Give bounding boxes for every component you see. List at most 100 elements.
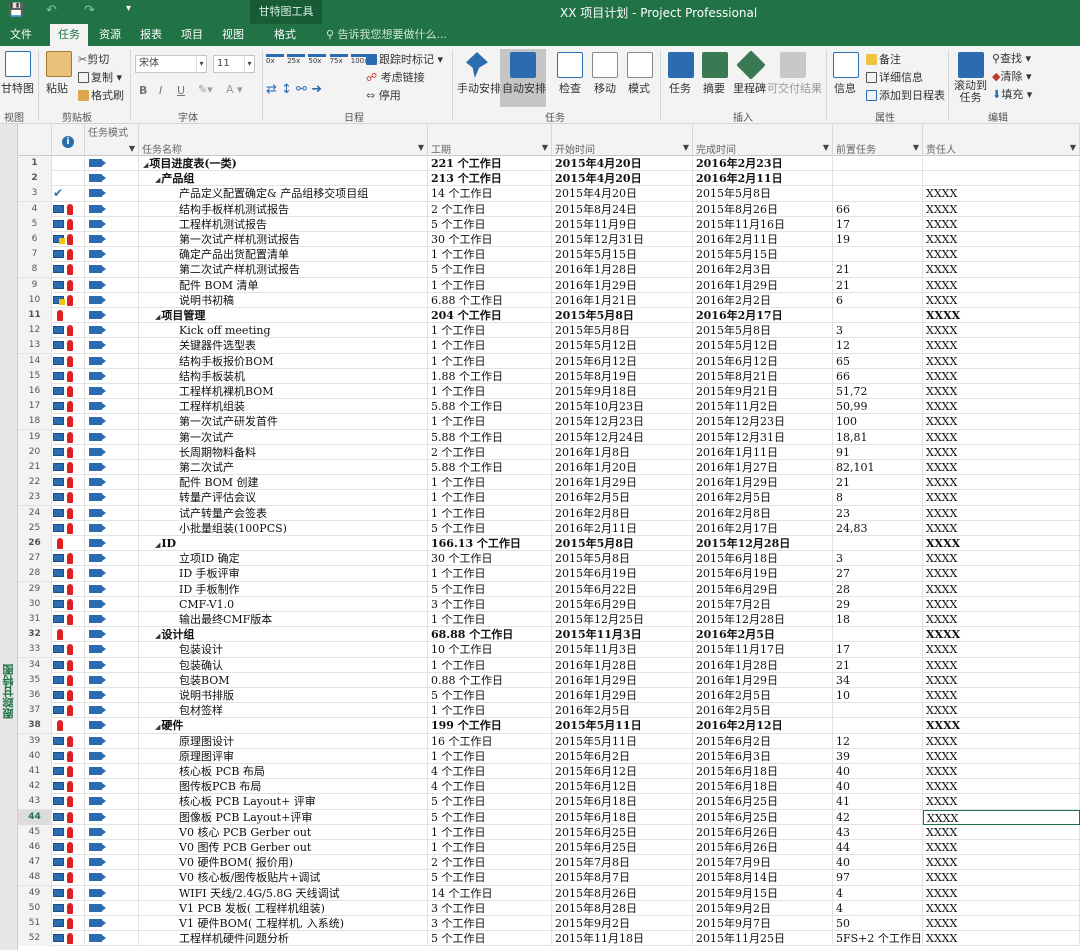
row-number[interactable]: 44: [18, 809, 52, 825]
task-name-cell[interactable]: 第二次试产样机测试报告: [139, 262, 428, 278]
row-number[interactable]: 41: [18, 764, 52, 779]
start-date-cell[interactable]: 2016年1月29日: [552, 688, 693, 703]
predecessors-cell[interactable]: 18: [833, 612, 923, 627]
indicators-cell[interactable]: [52, 733, 85, 749]
task-row[interactable]: 31 输出最终CMF版本 1 个工作日 2015年12月25日 2015年12月28日 1…: [18, 612, 1080, 628]
duration-cell[interactable]: 213 个工作日: [428, 171, 552, 187]
start-date-cell[interactable]: 2015年12月31日: [552, 232, 693, 247]
row-number[interactable]: 8: [18, 262, 52, 278]
task-name-cell[interactable]: ◢项目进度表(一类): [139, 156, 428, 171]
indicators-cell[interactable]: [52, 262, 85, 278]
indicators-cell[interactable]: [52, 627, 85, 643]
task-mode-cell[interactable]: [85, 627, 139, 643]
indicators-cell[interactable]: [52, 703, 85, 719]
task-name-cell[interactable]: 核心板 PCB Layout+ 评审: [139, 794, 428, 810]
task-row[interactable]: 36 说明书排版 5 个工作日 2016年1月29日 2016年2月5日 10 XXXX: [18, 688, 1080, 704]
task-mode-cell[interactable]: [85, 171, 139, 187]
resource-cell[interactable]: XXXX: [923, 870, 1080, 886]
row-number[interactable]: 9: [18, 277, 52, 293]
predecessors-cell[interactable]: 3: [833, 323, 923, 339]
finish-date-cell[interactable]: 2015年6月25日: [693, 809, 833, 825]
task-name-cell[interactable]: ID 手板制作: [139, 581, 428, 597]
finish-date-cell[interactable]: 2015年12月28日: [693, 536, 833, 551]
task-mode-cell[interactable]: [85, 703, 139, 719]
duration-cell[interactable]: 1 个工作日: [428, 384, 552, 399]
task-mode-cell[interactable]: [85, 855, 139, 871]
start-date-cell[interactable]: 2015年5月15日: [552, 247, 693, 263]
finish-date-cell[interactable]: 2016年1月29日: [693, 672, 833, 688]
predecessors-cell[interactable]: [833, 308, 923, 323]
task-row[interactable]: 40 原理图评审 1 个工作日 2015年6月2日 2015年6月3日 39 XXXX: [18, 748, 1080, 764]
indicators-cell[interactable]: [52, 657, 85, 673]
finish-date-cell[interactable]: 2016年2月17日: [693, 520, 833, 536]
indicators-cell[interactable]: [52, 460, 85, 475]
task-mode-cell[interactable]: [85, 277, 139, 293]
indicators-header[interactable]: i: [52, 124, 85, 156]
finish-date-cell[interactable]: 2016年2月11日: [693, 171, 833, 187]
resource-cell[interactable]: XXXX: [923, 794, 1080, 810]
indicators-cell[interactable]: [52, 748, 85, 764]
duration-cell[interactable]: 166.13 个工作日: [428, 536, 552, 551]
predecessors-cell[interactable]: 29: [833, 596, 923, 612]
resource-cell[interactable]: XXXX: [923, 748, 1080, 764]
resource-cell[interactable]: XXXX: [923, 292, 1080, 308]
indicators-cell[interactable]: [52, 581, 85, 597]
auto-schedule-button[interactable]: 自动安排: [502, 80, 546, 96]
finish-date-cell[interactable]: 2015年9月2日: [693, 900, 833, 916]
row-number[interactable]: 45: [18, 824, 52, 840]
task-mode-cell[interactable]: [85, 733, 139, 749]
copy-button[interactable]: 复制 ▾: [78, 69, 122, 85]
task-name-cell[interactable]: 第一次试产: [139, 429, 428, 445]
start-date-cell[interactable]: 2015年12月23日: [552, 414, 693, 430]
indicators-cell[interactable]: [52, 855, 85, 871]
resource-cell[interactable]: XXXX: [923, 247, 1080, 263]
task-mode-cell[interactable]: [85, 353, 139, 369]
predecessors-cell[interactable]: 91: [833, 444, 923, 460]
row-number[interactable]: 38: [18, 718, 52, 734]
indicators-cell[interactable]: [52, 870, 85, 886]
resource-cell[interactable]: XXXX: [923, 323, 1080, 339]
duration-cell[interactable]: 5.88 个工作日: [428, 460, 552, 475]
tab-task[interactable]: 任务: [50, 24, 88, 46]
task-name-cell[interactable]: CMF-V1.0: [139, 596, 428, 612]
task-name-cell[interactable]: V1 硬件BOM( 工程样机, 入系统): [139, 916, 428, 931]
duration-cell[interactable]: 1.88 个工作日: [428, 368, 552, 384]
task-row[interactable]: 3 ✔ 产品定义配置确定& 产品组移交项目组 14 个工作日 2015年4月20日 201…: [18, 186, 1080, 202]
task-name-cell[interactable]: 原理图评审: [139, 748, 428, 764]
task-name-cell[interactable]: Kick off meeting: [139, 323, 428, 339]
duration-cell[interactable]: 3 个工作日: [428, 900, 552, 916]
task-name-cell[interactable]: V0 核心 PCB Gerber out: [139, 824, 428, 840]
task-row[interactable]: 8 第二次试产样机测试报告 5 个工作日 2016年1月28日 2016年2月3日 21 X…: [18, 262, 1080, 278]
task-row[interactable]: 11 ◢项目管理 204 个工作日 2015年5月8日 2016年2月17日 XXXX: [18, 308, 1080, 324]
task-mode-cell[interactable]: [85, 475, 139, 491]
duration-cell[interactable]: 10 个工作日: [428, 642, 552, 658]
resource-cell[interactable]: XXXX: [923, 353, 1080, 369]
finish-date-cell[interactable]: 2015年5月8日: [693, 323, 833, 339]
row-number[interactable]: 14: [18, 353, 52, 369]
task-name-cell[interactable]: 转量产评估会议: [139, 490, 428, 506]
duration-cell[interactable]: 1 个工作日: [428, 748, 552, 764]
resource-cell[interactable]: XXXX: [923, 612, 1080, 627]
task-row[interactable]: 12 Kick off meeting 1 个工作日 2015年5月8日 2015年5月…: [18, 323, 1080, 339]
row-number[interactable]: 12: [18, 323, 52, 339]
predecessors-cell[interactable]: 43: [833, 824, 923, 840]
task-name-header[interactable]: 任务名称 ▼: [139, 124, 428, 156]
finish-date-cell[interactable]: 2015年7月9日: [693, 855, 833, 871]
predecessors-cell[interactable]: 50: [833, 916, 923, 931]
resource-cell[interactable]: XXXX: [923, 916, 1080, 931]
duration-header[interactable]: 工期 ▼: [428, 124, 552, 156]
predecessors-cell[interactable]: 23: [833, 505, 923, 521]
row-number[interactable]: 13: [18, 338, 52, 354]
indicators-cell[interactable]: [52, 794, 85, 810]
indicators-cell[interactable]: [52, 931, 85, 947]
row-number[interactable]: 47: [18, 855, 52, 871]
indicators-cell[interactable]: [52, 323, 85, 339]
task-name-cell[interactable]: 包材签样: [139, 703, 428, 719]
predecessors-cell[interactable]: 40: [833, 855, 923, 871]
start-date-cell[interactable]: 2015年10月23日: [552, 399, 693, 415]
task-row[interactable]: 52 工程样机硬件问题分析 5 个工作日 2015年11月18日 2015年11月25日…: [18, 931, 1080, 947]
tab-format[interactable]: 格式: [266, 24, 304, 46]
indicators-cell[interactable]: ✔: [52, 186, 85, 202]
redo-icon[interactable]: ↷: [84, 3, 95, 18]
resource-cell[interactable]: XXXX: [923, 657, 1080, 673]
